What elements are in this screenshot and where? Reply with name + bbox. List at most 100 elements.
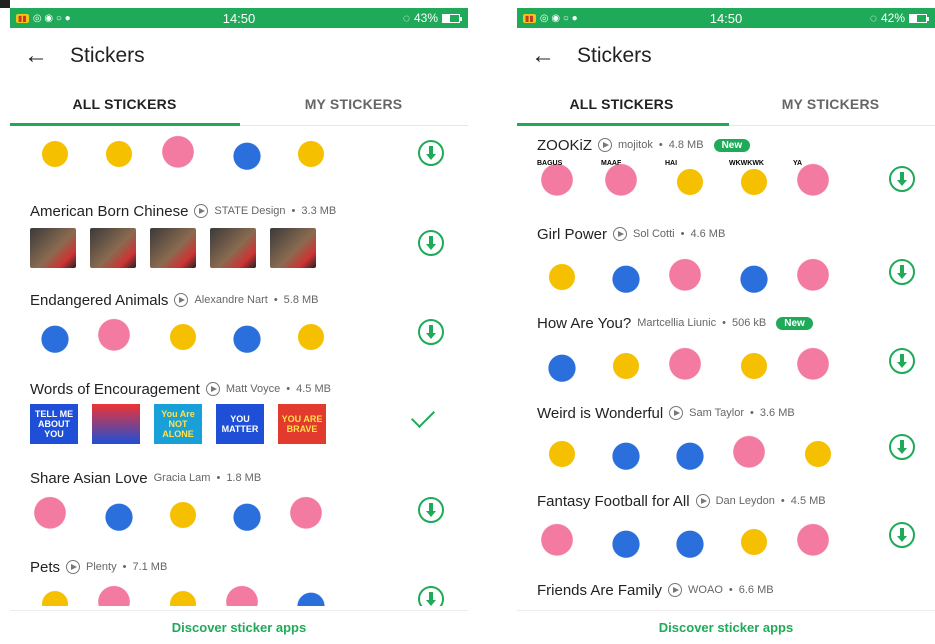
new-badge: New	[713, 138, 751, 152]
pack-name: Endangered Animals	[30, 291, 169, 309]
sticker-preview	[94, 582, 144, 606]
sticker-pack-row[interactable]: Friends Are Family WOAO • 6.6 MB	[517, 579, 935, 601]
download-icon[interactable]	[889, 522, 915, 548]
tab-my-stickers[interactable]: MY STICKERS	[726, 84, 935, 125]
tab-my-stickers[interactable]: MY STICKERS	[239, 84, 468, 125]
tab-all-stickers[interactable]: ALL STICKERS	[10, 84, 239, 125]
sticker-preview: TELL ME ABOUT YOU	[30, 404, 78, 444]
play-icon[interactable]	[194, 204, 209, 218]
download-icon[interactable]	[418, 586, 444, 606]
pack-header: Fantasy Football for All Dan Leydon • 4.5 M…	[517, 490, 935, 512]
pack-author: Dan Leydon	[715, 495, 775, 507]
sticker-preview	[92, 404, 140, 444]
eye-icon: ◌	[869, 11, 877, 25]
sticker-previews	[10, 226, 468, 268]
sticker-pack-row[interactable]: Fantasy Football for All Dan Leydon • 4.5 M…	[517, 490, 935, 564]
pack-header: Pets Plenty • 7.1 MB	[10, 556, 468, 578]
sticker-preview	[729, 520, 779, 564]
sticker-pack-row[interactable]: Share Asian Love Gracia Lam • 1.8 MB	[10, 467, 468, 537]
sticker-preview	[729, 432, 779, 476]
discover-footer[interactable]: Discover sticker apps	[10, 610, 468, 644]
download-icon[interactable]	[889, 166, 915, 192]
sticker-pack-row[interactable]	[10, 128, 468, 176]
sticker-pack-list[interactable]: American Born Chinese STATE Design • 3.3 MB…	[10, 126, 468, 606]
sticker-previews: TELL ME ABOUT YOU You Are NOT ALONE YOU …	[10, 404, 468, 444]
back-arrow-icon[interactable]: ←	[531, 42, 577, 70]
sticker-previews	[517, 520, 935, 564]
sticker-preview	[793, 344, 843, 388]
pack-size: 7.1 MB	[132, 561, 168, 573]
app-bar: ← Stickers	[517, 28, 935, 84]
discover-sticker-apps-link[interactable]: Discover sticker apps	[172, 620, 306, 635]
download-icon[interactable]	[889, 259, 915, 285]
sticker-preview: WKWKWK	[729, 160, 779, 204]
sticker-preview	[537, 432, 587, 476]
app-bar: ← Stickers	[10, 28, 468, 84]
pack-header: Words of Encouragement Matt Voyce • 4.5 MB	[10, 378, 468, 400]
sticker-pack-row[interactable]: ZOOKiZ mojitok • 4.8 MB New BAGUS MAAF HAI W…	[517, 134, 935, 204]
sticker-preview	[158, 493, 208, 537]
sticker-preview	[222, 582, 272, 606]
pack-name: Share Asian Love	[30, 469, 148, 487]
play-icon[interactable]	[66, 560, 81, 574]
notification-badge-icon: ▮▮	[16, 13, 29, 23]
sticker-pack-row[interactable]: Words of Encouragement Matt Voyce • 4.5 MB …	[10, 378, 468, 444]
pack-dot: •	[722, 317, 726, 329]
play-icon[interactable]	[205, 382, 220, 396]
play-icon[interactable]	[174, 293, 189, 307]
discover-footer[interactable]: Discover sticker apps	[517, 610, 935, 644]
pack-size: 3.6 MB	[759, 407, 795, 419]
notification-icons: ◎ ◉ ○ ●	[32, 12, 71, 24]
pack-author: Sam Taylor	[689, 407, 744, 419]
play-icon[interactable]	[598, 138, 612, 152]
download-icon[interactable]	[418, 497, 444, 523]
pack-author: Sol Cotti	[633, 228, 675, 240]
play-icon[interactable]	[668, 583, 683, 597]
sticker-preview	[30, 582, 80, 606]
sticker-pack-row[interactable]: Girl Power Sol Cotti • 4.6 MB	[517, 223, 935, 299]
sticker-preview	[537, 344, 587, 388]
play-icon[interactable]	[613, 227, 628, 241]
pack-size: 506 kB	[731, 317, 767, 329]
eye-icon: ◌	[402, 11, 410, 25]
discover-sticker-apps-link[interactable]: Discover sticker apps	[659, 620, 793, 635]
phone-screen-left: ▮▮ ◎ ◉ ○ ● 14:50 ◌ 43% ← Stickers ALL STIC…	[10, 8, 468, 644]
page-title: Stickers	[70, 44, 145, 67]
sticker-pack-row[interactable]: How Are You? Martcellia Liunic • 506 kB New	[517, 312, 935, 388]
sticker-preview: You Are NOT ALONE	[154, 404, 202, 444]
pack-author: Gracia Lam	[153, 472, 211, 484]
status-icons-left: ▮▮ ◎ ◉ ○ ●	[523, 13, 578, 24]
pack-header: Girl Power Sol Cotti • 4.6 MB	[517, 223, 935, 245]
sticker-preview	[90, 228, 136, 268]
download-icon[interactable]	[889, 434, 915, 460]
new-badge: New	[776, 316, 813, 330]
pack-size: 6.6 MB	[738, 584, 774, 596]
status-time: 14:50	[222, 10, 256, 26]
sticker-preview: YOU ARE BRAVE	[278, 404, 326, 444]
sticker-preview: MAAF	[601, 160, 651, 204]
sticker-pack-row[interactable]: Endangered Animals Alexandre Nart • 5.8 MB	[10, 289, 468, 359]
status-icons-right: ◌ 42%	[869, 11, 929, 25]
play-icon[interactable]	[669, 406, 684, 420]
status-icons-right: ◌ 43%	[402, 11, 462, 25]
sticker-pack-row[interactable]: American Born Chinese STATE Design • 3.3 MB	[10, 200, 468, 268]
sticker-preview	[222, 132, 272, 176]
page-title: Stickers	[577, 44, 652, 67]
pack-author: STATE Design	[214, 205, 286, 217]
play-icon[interactable]	[695, 494, 710, 508]
tab-all-stickers[interactable]: ALL STICKERS	[517, 84, 726, 125]
pack-name: Weird is Wonderful	[537, 404, 664, 422]
sticker-pack-row[interactable]: Pets Plenty • 7.1 MB	[10, 556, 468, 606]
download-icon[interactable]	[418, 140, 444, 166]
back-arrow-icon[interactable]: ←	[24, 42, 70, 70]
sticker-preview	[286, 493, 336, 537]
sticker-pack-row[interactable]: Weird is Wonderful Sam Taylor • 3.6 MB	[517, 402, 935, 476]
sticker-preview	[601, 344, 651, 388]
download-icon[interactable]	[418, 230, 444, 256]
download-icon[interactable]	[418, 319, 444, 345]
sticker-preview: YOU MATTER	[216, 404, 264, 444]
download-icon[interactable]	[889, 348, 915, 374]
sticker-pack-list[interactable]: ZOOKiZ mojitok • 4.8 MB New BAGUS MAAF HAI W…	[517, 126, 935, 606]
phone-screen-right: ▮▮ ◎ ◉ ○ ● 14:50 ◌ 42% ← Stickers ALL STIC…	[517, 8, 935, 644]
pack-name: Words of Encouragement	[30, 380, 200, 398]
